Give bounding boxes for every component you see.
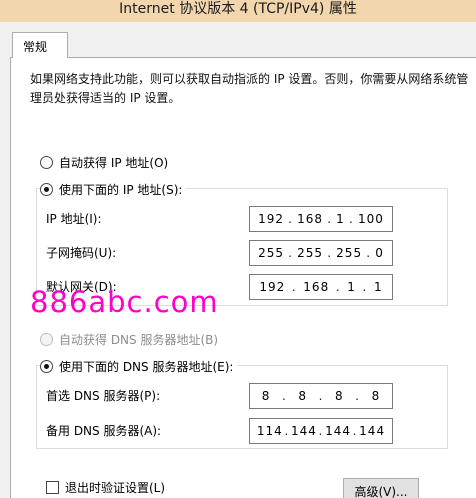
ip-address-label: IP 地址(I):: [46, 212, 102, 226]
gateway-octet-1: 192: [259, 280, 286, 294]
dns-manual-option[interactable]: 使用下面的 DNS 服务器地址(E):: [40, 358, 238, 375]
ip-octet-4: 100: [357, 212, 384, 226]
pdns-octet-4: 8: [371, 389, 381, 403]
pdns-octet-1: 8: [261, 389, 271, 403]
alternate-dns-label: 备用 DNS 服务器(A):: [46, 424, 162, 438]
window-title: Internet 协议版本 4 (TCP/IPv4) 属性: [0, 0, 476, 22]
subnet-mask-input[interactable]: 255. 255. 255. 0: [249, 240, 393, 266]
ip-auto-option[interactable]: 自动获得 IP 地址(O): [40, 154, 168, 171]
ip-octet-1: 192: [258, 212, 284, 226]
subnet-octet-1: 255: [258, 246, 284, 260]
adns-octet-4: 144: [359, 424, 386, 438]
advanced-button[interactable]: 高级(V)...: [343, 478, 419, 498]
dns-auto-option[interactable]: 自动获得 DNS 服务器地址(B): [40, 331, 218, 348]
watermark-text: 886abc.com: [30, 285, 219, 319]
gateway-octet-2: 168: [303, 280, 330, 294]
gateway-octet-4: 1: [374, 280, 383, 294]
validate-on-exit-label: 退出时验证设置(L): [65, 481, 166, 495]
default-gateway-input[interactable]: 192. 168. 1. 1: [249, 274, 393, 300]
validate-on-exit-option[interactable]: 退出时验证设置(L): [46, 479, 165, 496]
pdns-octet-2: 8: [298, 389, 308, 403]
alternate-dns-input[interactable]: 114. 144. 144. 144: [249, 418, 393, 444]
ip-manual-option[interactable]: 使用下面的 IP 地址(S):: [40, 181, 187, 198]
ip-octet-3: 1: [336, 212, 345, 226]
subnet-octet-3: 255: [336, 246, 363, 260]
ip-auto-label: 自动获得 IP 地址(O): [59, 156, 169, 170]
adns-octet-3: 144: [325, 424, 351, 438]
pdns-octet-3: 8: [334, 389, 344, 403]
subnet-octet-4: 0: [375, 246, 384, 260]
dns-auto-label: 自动获得 DNS 服务器地址(B): [59, 333, 219, 347]
dns-auto-radio[interactable]: [40, 333, 53, 346]
dns-manual-radio[interactable]: [40, 360, 53, 373]
dns-manual-label: 使用下面的 DNS 服务器地址(E):: [59, 360, 234, 374]
adns-octet-1: 114: [256, 424, 283, 438]
ip-manual-label: 使用下面的 IP 地址(S):: [59, 183, 183, 197]
ip-manual-radio[interactable]: [40, 183, 53, 196]
preferred-dns-input[interactable]: 8. 8. 8. 8: [249, 383, 393, 409]
subnet-mask-label: 子网掩码(U):: [46, 246, 117, 260]
gateway-octet-3: 1: [347, 280, 356, 294]
subnet-octet-2: 255: [297, 246, 324, 260]
ip-address-input[interactable]: 192. 168. 1. 100: [249, 206, 393, 232]
tab-general[interactable]: 常规: [12, 32, 68, 58]
ip-octet-2: 168: [297, 212, 324, 226]
validate-on-exit-checkbox[interactable]: [46, 481, 59, 494]
ip-auto-radio[interactable]: [40, 156, 53, 169]
preferred-dns-label: 首选 DNS 服务器(P):: [46, 389, 161, 403]
adns-octet-2: 144: [290, 424, 317, 438]
description-text: 如果网络支持此功能，则可以获取自动指派的 IP 设置。否则，你需要从网络系统管理…: [30, 72, 469, 105]
